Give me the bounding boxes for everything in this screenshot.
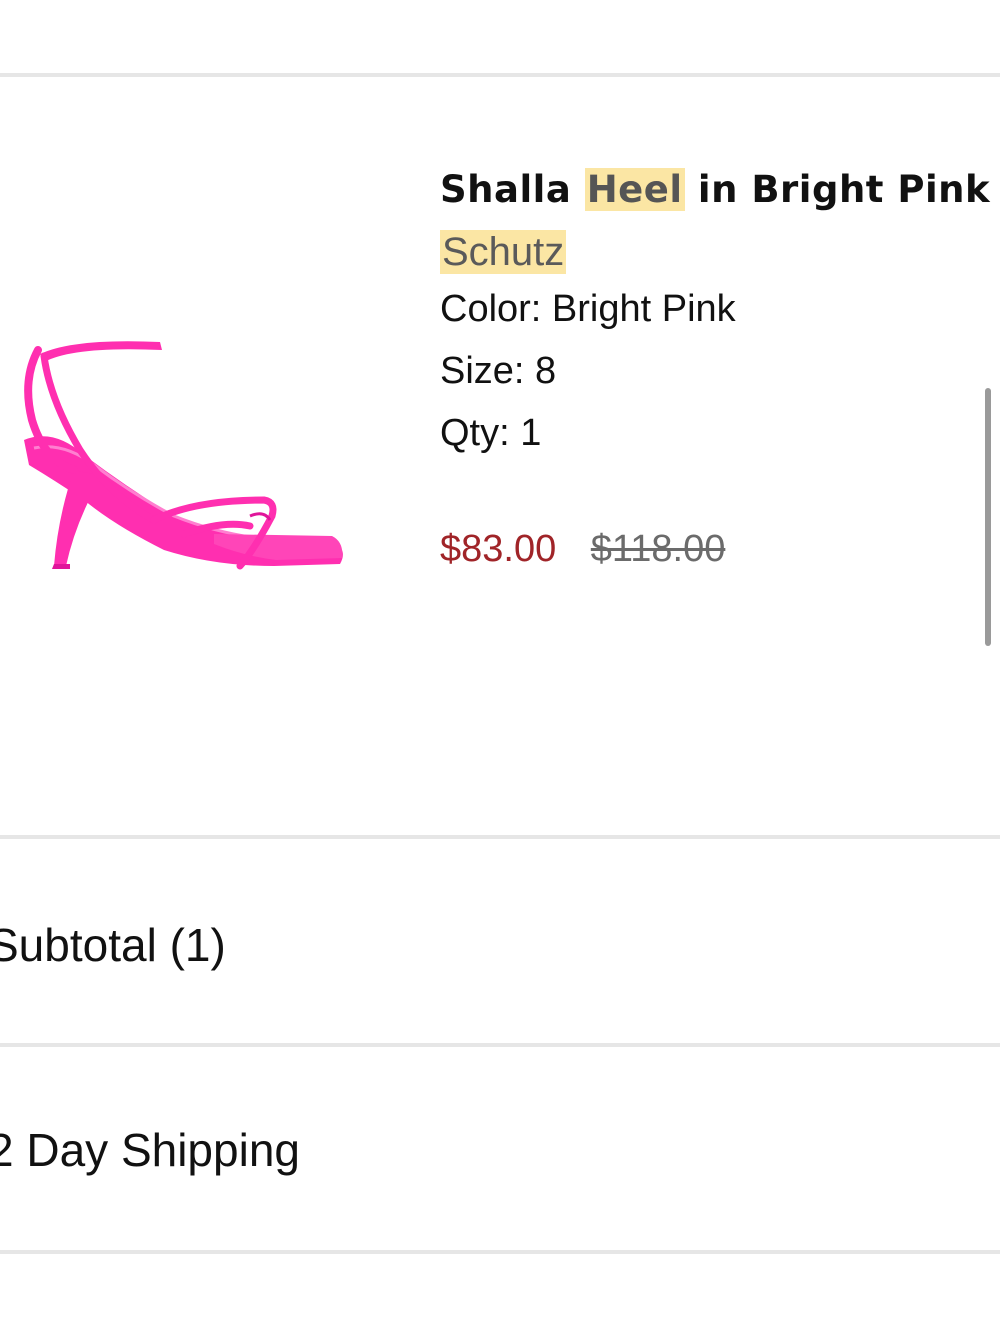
shipping-divider [0, 1250, 1000, 1254]
product-brand[interactable]: Schutz [440, 226, 567, 278]
product-title-highlight: Heel [584, 168, 685, 211]
sale-price: $83.00 [440, 528, 557, 570]
product-title-suffix: in Bright Pink [697, 168, 991, 211]
section-divider [0, 835, 1000, 839]
product-brand-label: Schutz [440, 230, 567, 274]
subtotal-divider [0, 1043, 1000, 1047]
product-title[interactable]: Shalla Heel in Bright Pink [440, 164, 990, 216]
product-image[interactable] [14, 320, 354, 580]
top-divider [0, 73, 1000, 77]
shipping-label[interactable]: 2 Day Shipping [0, 1120, 300, 1180]
scrollbar[interactable] [985, 388, 991, 646]
original-price: $118.00 [590, 528, 726, 570]
product-size: Size: 8 [440, 350, 557, 392]
subtotal-label: Subtotal (1) [0, 919, 226, 971]
product-quantity: Qty: 1 [440, 412, 542, 454]
product-details: Shalla Heel in Bright Pink Schutz Color:… [440, 164, 990, 580]
product-color: Color: Bright Pink [440, 288, 736, 330]
shoe-image-icon [24, 341, 343, 570]
price-row: $83.00 $118.00 [440, 518, 980, 580]
product-title-prefix: Shalla [440, 168, 572, 211]
